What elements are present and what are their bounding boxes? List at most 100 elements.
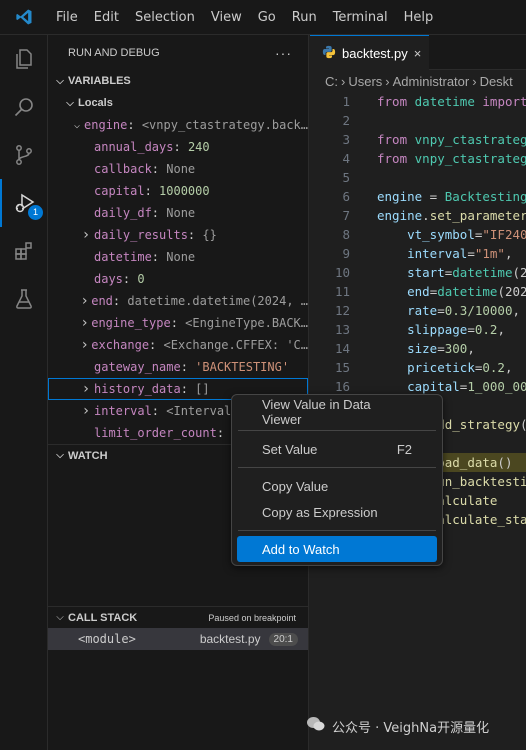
callstack-section-header[interactable]: ⌵ CALL STACK Paused on breakpoint bbox=[48, 606, 308, 628]
menu-view[interactable]: View bbox=[203, 0, 250, 35]
code-text: from vnpy_ctastrateg bbox=[377, 151, 526, 166]
editor-area: backtest.py × C: › Users › Administrator › … bbox=[310, 35, 526, 750]
code-text: vt_symbol="IF240 bbox=[407, 227, 526, 242]
variable-row[interactable]: › end: datetime.datetime(2024, … bbox=[48, 290, 308, 312]
variable-row[interactable]: capital: 1000000 bbox=[48, 180, 308, 202]
more-actions-icon[interactable]: ··· bbox=[275, 45, 292, 61]
tab-backtest-py[interactable]: backtest.py × bbox=[310, 35, 430, 70]
chevron-right-icon[interactable]: › bbox=[78, 337, 91, 353]
close-icon[interactable]: × bbox=[414, 46, 422, 61]
variable-row[interactable]: annual_days: 240 bbox=[48, 136, 308, 158]
chevron-right-icon[interactable]: › bbox=[78, 403, 94, 419]
code-line: 12 rate=0.3/10000, bbox=[310, 301, 526, 320]
explorer-icon[interactable] bbox=[0, 35, 48, 83]
variable-separator: : bbox=[187, 228, 203, 242]
testing-icon[interactable] bbox=[0, 275, 48, 323]
breadcrumb-item[interactable]: Deskt bbox=[480, 74, 513, 89]
breadcrumb-item[interactable]: Administrator bbox=[393, 74, 470, 89]
variable-name: callback bbox=[94, 162, 152, 176]
locals-scope[interactable]: ⌵ Locals bbox=[48, 92, 308, 114]
variable-name: end bbox=[91, 294, 113, 308]
chevron-right-icon[interactable]: › bbox=[78, 381, 94, 397]
variable-value: 240 bbox=[187, 140, 210, 154]
breadcrumb-item[interactable]: Users bbox=[348, 74, 382, 89]
variable-separator: : bbox=[122, 272, 138, 286]
search-icon[interactable] bbox=[0, 83, 48, 131]
code-text: end=datetime(202 bbox=[407, 284, 526, 299]
chevron-right-icon: › bbox=[385, 73, 390, 89]
chevron-down-icon: ⌵ bbox=[56, 75, 64, 87]
chevron-right-icon[interactable]: › bbox=[78, 227, 94, 243]
menu-selection[interactable]: Selection bbox=[127, 0, 203, 35]
set-value-menu-item[interactable]: Set Value F2 bbox=[237, 436, 437, 462]
engine-variable-row[interactable]: ⌵ engine: <vnpy_ctastrategy.back… bbox=[48, 114, 308, 136]
menu-item-label: Set Value bbox=[262, 441, 318, 457]
line-number: 7 bbox=[342, 208, 350, 223]
code-text: from vnpy_ctastrateg bbox=[377, 132, 526, 147]
variable-separator: : bbox=[149, 338, 164, 352]
variable-separator: : bbox=[151, 206, 167, 220]
line-number: 12 bbox=[334, 303, 350, 318]
callstack-frame[interactable]: <module> backtest.py 20:1 bbox=[48, 628, 308, 650]
variable-value: None bbox=[166, 250, 196, 264]
run-debug-icon[interactable]: 1 bbox=[0, 179, 48, 227]
menu-go[interactable]: Go bbox=[250, 0, 284, 35]
menu-item-shortcut: F2 bbox=[396, 441, 412, 457]
breadcrumb-item[interactable]: C: bbox=[325, 74, 338, 89]
variable-name: days bbox=[94, 272, 123, 286]
variable-separator: : bbox=[127, 118, 142, 132]
menu-run[interactable]: Run bbox=[284, 0, 325, 35]
chevron-down-icon: ⌵ bbox=[56, 612, 64, 623]
chevron-right-icon[interactable]: › bbox=[78, 293, 91, 309]
chevron-right-icon: › bbox=[472, 73, 477, 89]
source-control-icon[interactable] bbox=[0, 131, 48, 179]
extensions-icon[interactable] bbox=[0, 227, 48, 275]
variable-row[interactable]: gateway_name: 'BACKTESTING' bbox=[48, 356, 308, 378]
variable-row[interactable]: days: 0 bbox=[48, 268, 308, 290]
callstack-header: CALL STACK bbox=[68, 611, 138, 624]
variable-row[interactable]: callback: None bbox=[48, 158, 308, 180]
code-line: 11 end=datetime(202 bbox=[310, 282, 526, 301]
code-line: 10 start=datetime(2 bbox=[310, 263, 526, 282]
locals-label: Locals bbox=[78, 97, 113, 109]
variable-name: engine bbox=[84, 118, 128, 132]
menu-edit[interactable]: Edit bbox=[86, 0, 127, 35]
run-and-debug-sidebar: RUN AND DEBUG ··· ⌵ VARIABLES ⌵ Locals ⌵… bbox=[48, 35, 309, 750]
variable-name: daily_df bbox=[94, 206, 152, 220]
view-value-in-data-viewer-menu-item[interactable]: View Value in Data Viewer bbox=[237, 397, 437, 427]
variable-separator: : bbox=[112, 294, 128, 308]
code-line: 7 engine.set_parameter bbox=[310, 206, 526, 225]
line-number: 9 bbox=[342, 246, 350, 261]
add-to-watch-menu-item[interactable]: Add to Watch bbox=[237, 536, 437, 562]
variable-value: 'BACKTESTING' bbox=[195, 360, 290, 374]
menu-help[interactable]: Help bbox=[396, 0, 442, 35]
frame-file: backtest.py bbox=[199, 632, 261, 646]
line-number: 14 bbox=[334, 341, 350, 356]
variable-row[interactable]: › engine_type: <EngineType.BACK… bbox=[48, 312, 308, 334]
variable-row[interactable]: datetime: None bbox=[48, 246, 308, 268]
variable-separator: : bbox=[144, 184, 160, 198]
variable-name: capital bbox=[94, 184, 145, 198]
line-number: 3 bbox=[342, 132, 350, 147]
code-text: size=300, bbox=[407, 341, 475, 356]
code-line: 6 engine = Backtesting bbox=[310, 187, 526, 206]
menu-terminal[interactable]: Terminal bbox=[325, 0, 396, 35]
variables-section-header[interactable]: ⌵ VARIABLES bbox=[48, 70, 308, 92]
variable-value: {} bbox=[202, 228, 217, 242]
variable-separator: : bbox=[173, 140, 188, 154]
chevron-right-icon[interactable]: › bbox=[78, 315, 91, 331]
menu-file[interactable]: File bbox=[48, 0, 86, 35]
menu-item-label: Copy Value bbox=[262, 478, 329, 494]
python-file-icon bbox=[322, 45, 336, 62]
variable-row[interactable]: › exchange: <Exchange.CFFEX: 'C… bbox=[48, 334, 308, 356]
variable-row[interactable]: › daily_results: {} bbox=[48, 224, 308, 246]
copy-as-expression-menu-item[interactable]: Copy as Expression bbox=[237, 499, 437, 525]
sidebar-header: RUN AND DEBUG ··· bbox=[48, 35, 308, 70]
copy-value-menu-item[interactable]: Copy Value bbox=[237, 473, 437, 499]
code-line: 14 size=300, bbox=[310, 339, 526, 358]
code-line: 3 from vnpy_ctastrateg bbox=[310, 130, 526, 149]
variable-separator: : bbox=[216, 426, 232, 440]
code-line: 15 pricetick=0.2, bbox=[310, 358, 526, 377]
variable-row[interactable]: daily_df: None bbox=[48, 202, 308, 224]
